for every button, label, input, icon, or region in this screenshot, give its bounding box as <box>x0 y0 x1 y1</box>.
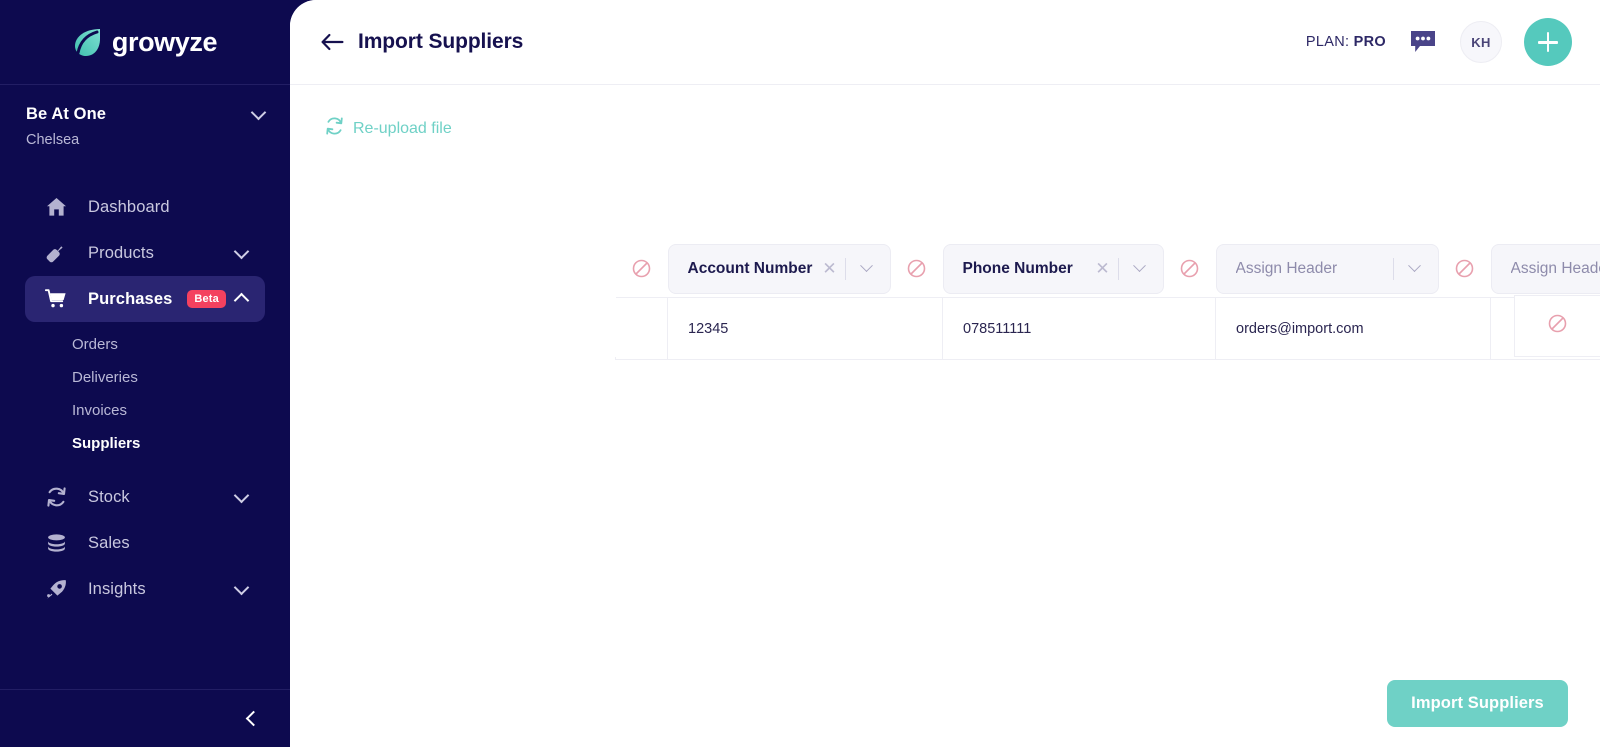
header-select-value: Account Number <box>687 259 813 277</box>
sidebar-subitem-orders[interactable]: Orders <box>0 328 290 361</box>
sidebar-item-sales[interactable]: Sales <box>25 520 265 566</box>
sidebar-item-label: Sales <box>88 533 130 552</box>
reupload-label: Re-upload file <box>353 119 452 137</box>
block-circle-icon[interactable] <box>891 259 943 278</box>
chevron-down-icon[interactable] <box>250 104 267 121</box>
import-mapping-table: Account Number ✕ Phone Number ✕ Assign H… <box>615 240 1600 360</box>
divider <box>844 257 846 280</box>
table-row: 12345 078511111 orders@import.com <box>615 297 1600 360</box>
header-cell-unassigned-1: Assign Header <box>1215 240 1491 298</box>
chevron-down-icon[interactable] <box>1121 259 1159 273</box>
header-select-value: Assign Header <box>1510 259 1600 277</box>
bottle-icon <box>45 242 67 264</box>
org-switcher[interactable]: Be At One Chelsea <box>0 85 290 162</box>
sidebar-item-label: Insights <box>88 579 146 598</box>
main-panel: Import Suppliers PLAN: PRO KH Re-upload … <box>290 0 1600 747</box>
block-circle-icon[interactable] <box>616 259 668 278</box>
cell-email: orders@import.com <box>1215 297 1491 360</box>
plan-prefix: PLAN: <box>1305 34 1354 50</box>
sidebar-item-dashboard[interactable]: Dashboard <box>25 184 265 230</box>
block-circle-icon[interactable] <box>1164 259 1216 278</box>
cell-phone-number: 078511111 <box>942 297 1216 360</box>
header-select-unassigned-1[interactable]: Assign Header <box>1215 243 1439 294</box>
sidebar-item-label: Dashboard <box>88 197 170 216</box>
shopping-cart-icon <box>45 288 67 310</box>
avatar[interactable]: KH <box>1460 21 1502 63</box>
org-name: Be At One <box>26 105 107 123</box>
delete-row-button[interactable] <box>1514 295 1600 357</box>
header-select-unassigned-2[interactable]: Assign Header <box>1490 243 1600 294</box>
header-select-value: Assign Header <box>1235 259 1338 277</box>
header-select-account-number[interactable]: Account Number ✕ <box>667 243 891 294</box>
sidebar-item-stock[interactable]: Stock <box>25 474 265 520</box>
topbar-actions: PLAN: PRO KH <box>1306 18 1572 66</box>
header-select-value: Phone Number <box>962 259 1073 277</box>
chevron-down-icon[interactable] <box>1396 259 1434 273</box>
sidebar-item-label: Purchases <box>88 289 173 308</box>
sidebar-item-insights[interactable]: Insights <box>25 566 265 612</box>
close-x-icon[interactable]: ✕ <box>817 260 843 277</box>
sidebar-subitem-invoices[interactable]: Invoices <box>0 394 290 427</box>
database-stack-icon <box>45 532 67 554</box>
status-badge-beta: Beta <box>187 290 226 308</box>
refresh-cycle-icon <box>45 486 67 508</box>
brand-logo[interactable]: growyze <box>0 0 290 85</box>
close-x-icon[interactable]: ✕ <box>1090 260 1116 277</box>
arrow-left-icon[interactable] <box>320 30 344 54</box>
brand-name: growyze <box>111 26 218 57</box>
header-cell-unassigned-2: Assign Header <box>1490 240 1600 298</box>
sidebar-subitem-suppliers[interactable]: Suppliers <box>0 427 290 460</box>
content-area: Re-upload file Account Number ✕ Phone Nu… <box>290 85 1600 747</box>
refresh-icon <box>325 117 344 140</box>
org-location: Chelsea <box>26 132 80 148</box>
purchases-submenu: Orders Deliveries Invoices Suppliers <box>0 328 290 460</box>
cell-partial-left <box>615 297 668 360</box>
header-cell-account-number: Account Number ✕ <box>667 240 943 298</box>
app-root: growyze Be At One Chelsea Dashboard Prod… <box>0 0 1600 747</box>
mapping-grid: Account Number ✕ Phone Number ✕ Assign H… <box>615 240 1600 360</box>
sidebar-footer <box>0 689 290 747</box>
growyze-leaf-logo-icon <box>73 26 103 58</box>
chevron-up-icon[interactable] <box>233 292 250 308</box>
chat-bubble-icon[interactable] <box>1408 27 1438 57</box>
sidebar-item-purchases[interactable]: Purchases Beta <box>25 276 265 322</box>
table-header-row: Account Number ✕ Phone Number ✕ Assign H… <box>616 240 1600 298</box>
chevron-down-icon[interactable] <box>233 487 250 503</box>
header-select-phone-number[interactable]: Phone Number ✕ <box>942 243 1164 294</box>
chevron-down-icon[interactable] <box>233 243 250 259</box>
chevron-left-icon[interactable] <box>245 710 262 727</box>
sidebar-item-label: Products <box>88 243 154 262</box>
cell-account-number: 12345 <box>667 297 943 360</box>
sidebar-item-products[interactable]: Products <box>25 230 265 276</box>
page-title: Import Suppliers <box>358 30 524 53</box>
import-suppliers-button[interactable]: Import Suppliers <box>1387 680 1568 727</box>
add-button[interactable] <box>1524 18 1572 66</box>
home-icon <box>45 196 67 218</box>
sidebar-nav: Dashboard Products Purchases Beta Orders… <box>0 184 290 689</box>
header-cell-phone-number: Phone Number ✕ <box>942 240 1216 298</box>
sidebar-subitem-deliveries[interactable]: Deliveries <box>0 361 290 394</box>
rocket-icon <box>45 578 67 600</box>
chevron-down-icon[interactable] <box>848 259 886 273</box>
plus-icon <box>1538 32 1558 52</box>
sidebar: growyze Be At One Chelsea Dashboard Prod… <box>0 0 290 747</box>
header-cell-partial-left <box>616 240 668 298</box>
plan-value: PRO <box>1353 34 1386 50</box>
sidebar-item-label: Stock <box>88 487 130 506</box>
plan-label: PLAN: PRO <box>1306 34 1386 50</box>
reupload-file-button[interactable]: Re-upload file <box>325 117 452 140</box>
divider <box>1117 257 1119 280</box>
chevron-down-icon[interactable] <box>233 579 250 595</box>
topbar: Import Suppliers PLAN: PRO KH <box>290 0 1600 85</box>
divider <box>1392 257 1394 280</box>
block-circle-icon <box>1548 314 1567 338</box>
block-circle-icon[interactable] <box>1439 259 1491 278</box>
